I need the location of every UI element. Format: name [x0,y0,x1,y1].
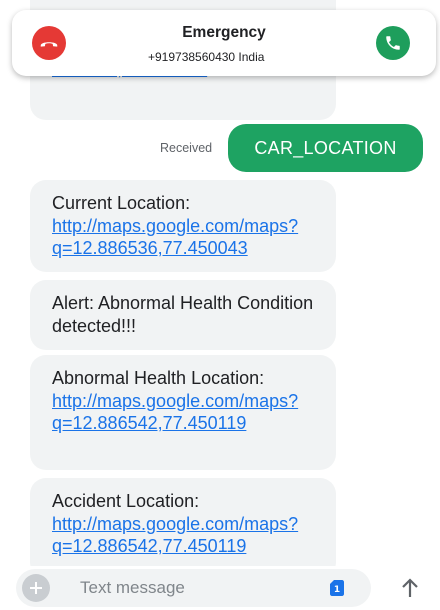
caller-name: Emergency [182,24,266,41]
message-link[interactable]: http://maps.google.com/maps?q=12.886542,… [52,514,298,557]
incoming-call-notification[interactable]: Emergency +919738560430 India [12,10,436,76]
message-bubble-health-location[interactable]: Abnormal Health Location: http://maps.go… [30,355,336,470]
accept-call-button[interactable] [376,26,410,60]
message-link[interactable]: http://maps.google.com/maps?q=12.886542,… [52,391,298,434]
message-bubble-current-location[interactable]: Current Location: http://maps.google.com… [30,180,336,272]
message-status: Received [160,141,213,155]
message-thread[interactable]: .886536,77.450043 Received CAR_LOCATION … [0,0,440,566]
sent-message-bubble[interactable]: CAR_LOCATION [228,124,423,172]
sent-message-row: Received CAR_LOCATION [0,124,440,174]
arrow-up-icon [402,578,418,597]
plus-icon [30,582,42,594]
message-text: Abnormal Health Location: [52,368,265,388]
message-text: Accident Location: [52,491,200,511]
message-bubble-accident-location[interactable]: Accident Location: http://maps.google.co… [30,478,336,566]
message-link[interactable]: http://maps.google.com/maps?q=12.886536,… [52,216,298,259]
message-bubble-alert[interactable]: Alert: Abnormal Health Condition detecte… [30,280,336,350]
message-text: Alert: Abnormal Health Condition detecte… [52,293,314,336]
compose-bar: Text message 1 [0,566,440,610]
attach-button[interactable] [22,574,50,602]
send-button[interactable] [396,574,424,602]
phone-icon [386,36,400,50]
compose-field[interactable]: Text message 1 [16,569,371,607]
caller-number: +919738560430 India [148,50,265,64]
message-text: Current Location: [52,193,191,213]
sim-slot-number: 1 [334,585,340,595]
message-input-placeholder[interactable]: Text message [80,578,185,598]
sim-card-icon[interactable]: 1 [330,580,344,596]
